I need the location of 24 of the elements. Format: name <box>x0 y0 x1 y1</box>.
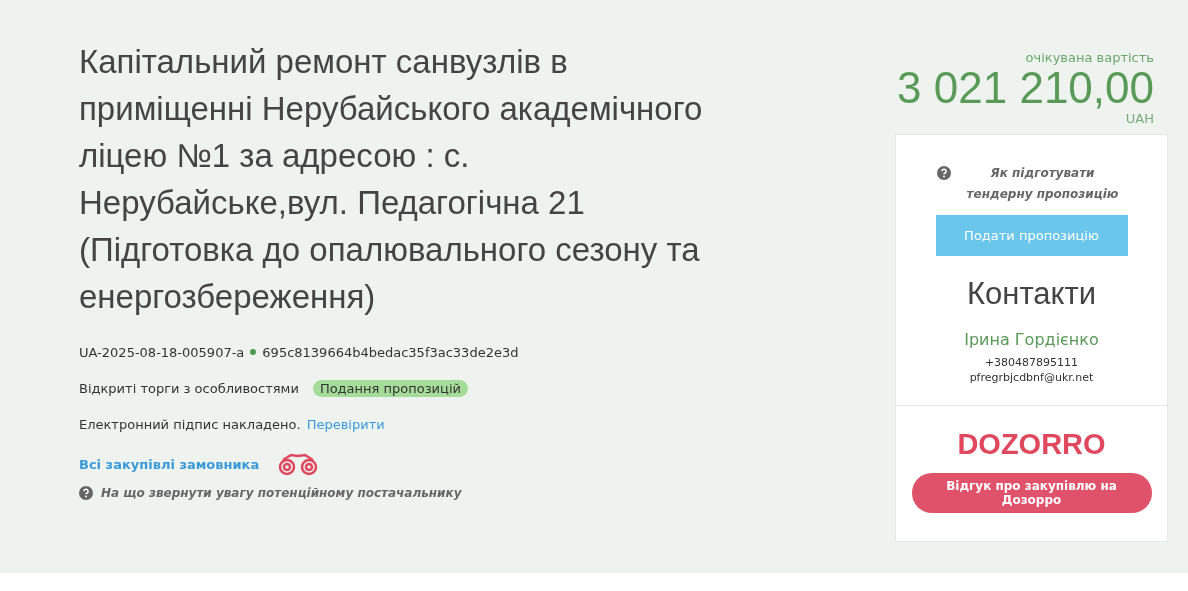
signature-text: Електронний підпис накладено. <box>79 416 301 432</box>
status-dot-icon <box>250 349 257 355</box>
buyer-procurements-link[interactable]: Всі закупівлі замовника <box>79 456 260 472</box>
tender-hash: 695c8139664b4bedac35f3ac33de2e3d <box>262 344 519 360</box>
tender-title: Капітальний ремонт санвузлів в приміщенні Нерубайського академічного ліцею №1 за адресою : с. Нерубайське,вул. Педагогічна 21 (Підготовка до опалювального сезону та енергозбереження) <box>79 42 704 317</box>
binoculars-icon[interactable] <box>277 452 320 476</box>
expected-value-label: очікувана вартість <box>1025 50 1154 65</box>
help-icon <box>79 486 93 500</box>
currency-label: UAH <box>1125 111 1154 126</box>
supplier-hint-text[interactable]: На що звернути увагу потенційному постачальнику <box>101 486 462 500</box>
contact-email: pfregrbjcdbnf@ukr.net <box>969 370 1094 385</box>
procedure-type: Відкриті торги з особливостями <box>79 380 299 396</box>
help-icon <box>936 166 951 180</box>
submit-bid-button[interactable]: Подати пропозицію <box>935 215 1128 256</box>
feedback-button[interactable]: Відгук про закупівлю на Дозорро <box>911 473 1152 513</box>
contact-name: Ірина Гордієнко <box>964 330 1099 349</box>
contacts-heading: Контакти <box>967 276 1096 312</box>
status-badge: Подання пропозицій <box>312 379 468 397</box>
expected-value-amount: 3 021 210,00 <box>897 65 1154 111</box>
contact-phone: +380487895111 <box>984 355 1079 370</box>
verify-link[interactable]: Перевірити <box>306 416 385 432</box>
bid-guide-link[interactable]: Як підготувати тендерну пропозицію <box>958 163 1127 205</box>
dozorro-logo: DOZORRO <box>957 428 1106 461</box>
tender-id: UA-2025-08-18-005907-a <box>79 344 245 360</box>
